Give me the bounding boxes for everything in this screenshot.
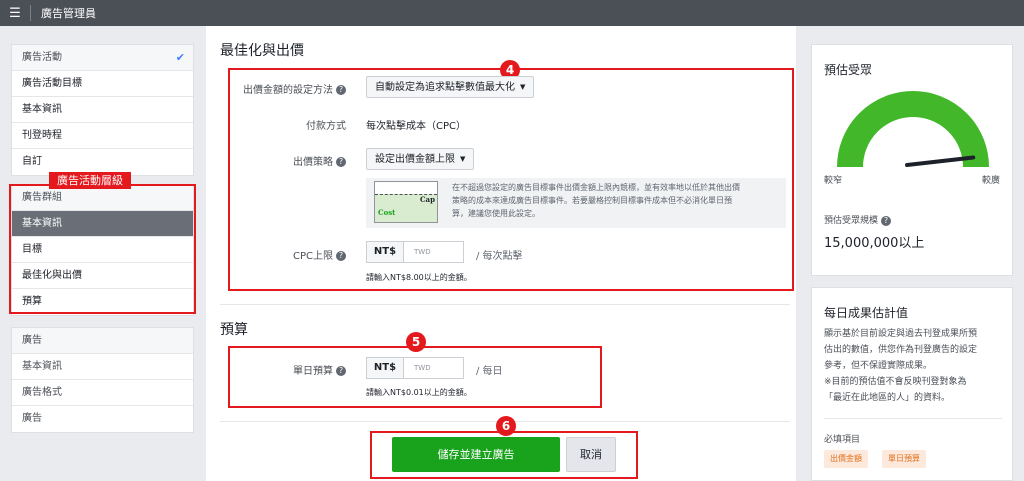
payment-label: 付款方式 xyxy=(306,121,346,132)
audience-panel: 預估受眾 較窄 較廣 預估受眾規模? 15,000,000以上 xyxy=(811,44,1013,276)
sidebar-item-label: 自訂 xyxy=(22,156,42,167)
sidebar-item-ad[interactable]: 廣告 xyxy=(12,328,193,354)
daily-results-desc: 顯示基於目前設定與過去刊登成果所預 估出的數值，供您作為刊登廣告的設定 參考，但… xyxy=(824,329,978,403)
sidebar-item-campaign-objective[interactable]: 廣告活動目標 xyxy=(12,71,193,97)
daily-suffix: / 每日 xyxy=(476,366,503,377)
cpc-suffix: / 每次點擊 xyxy=(476,251,523,262)
cpc-hint: 請輸入NT$8.00以上的金額。 xyxy=(366,273,472,282)
sidebar-campaign-group: 廣告活動 ✔ 廣告活動目標 基本資訊 刊登時程 自訂 xyxy=(11,44,194,176)
adset-highlight-box xyxy=(9,184,196,314)
sidebar-item-label: 廣告 xyxy=(22,413,42,424)
menu-icon[interactable]: ☰ xyxy=(0,0,30,26)
strategy-label: 出價策略? xyxy=(236,153,346,168)
top-bar: ☰ 廣告管理員 xyxy=(0,0,1024,26)
help-icon[interactable]: ? xyxy=(336,251,346,261)
daily-budget-label: 單日預算? xyxy=(236,362,346,377)
save-create-ad-button[interactable]: 儲存並建立廣告 xyxy=(392,437,560,472)
strategy-info-box: Cap Cost 在不超過您設定的廣告目標事件出價金額上限內競標，並有效率地以低… xyxy=(366,178,786,228)
cpc-cap-input-group: NT$ TWD xyxy=(366,241,464,263)
daily-budget-input[interactable]: TWD xyxy=(404,357,464,379)
strategy-info-text: 在不超過您設定的廣告目標事件出價金額上限內競標，並有效率地以低於其他出價 策略的… xyxy=(452,183,740,218)
payment-value: 每次點擊成本（CPC） xyxy=(366,121,466,132)
audience-title: 預估受眾 xyxy=(824,63,873,77)
bid-method-label: 出價金額的設定方法? xyxy=(236,81,346,96)
currency-prefix: NT$ xyxy=(366,357,404,379)
main-panel: 最佳化與出價 4 出價金額的設定方法? 自動設定為追求點擊數值最大化 ▼ 付款方式… xyxy=(206,26,796,481)
sidebar-item-campaign-basic-info[interactable]: 基本資訊 xyxy=(12,97,193,123)
sidebar-ad-group: 廣告 基本資訊 廣告格式 廣告 xyxy=(11,327,194,433)
gauge-broad-label: 較廣 xyxy=(982,176,1001,186)
cpc-cap-label: CPC上限? xyxy=(236,247,346,262)
audience-size-label: 預估受眾規模? xyxy=(824,213,892,226)
panel-divider xyxy=(824,418,1002,419)
sidebar-item-label: 基本資訊 xyxy=(22,104,62,115)
app-title: 廣告管理員 xyxy=(41,7,96,20)
step-badge-5: 5 xyxy=(406,332,426,352)
strategy-dropdown[interactable]: 設定出價金額上限 ▼ xyxy=(366,148,475,170)
cancel-button[interactable]: 取消 xyxy=(566,437,616,472)
caret-down-icon: ▼ xyxy=(460,155,466,163)
required-tag-budget: 單日預算 xyxy=(882,450,926,468)
sidebar-item-campaign[interactable]: 廣告活動 ✔ xyxy=(12,45,193,71)
cpc-cap-input[interactable]: TWD xyxy=(404,241,464,263)
required-tag-bid: 出價金額 xyxy=(824,450,868,468)
sidebar-item-ad-format[interactable]: 廣告格式 xyxy=(12,380,193,406)
daily-results-title: 每日成果估計值 xyxy=(824,306,909,320)
sidebar-item-label: 廣告 xyxy=(22,335,42,346)
help-icon[interactable]: ? xyxy=(336,366,346,376)
section-divider xyxy=(220,304,790,305)
budget-title: 預算 xyxy=(220,322,248,338)
sidebar-item-label: 廣告活動 xyxy=(22,52,62,63)
sidebar-item-ad-basic-info[interactable]: 基本資訊 xyxy=(12,354,193,380)
sidebar-item-ad-creative[interactable]: 廣告 xyxy=(12,406,193,432)
caret-down-icon: ▼ xyxy=(520,83,526,91)
sidebar-item-label: 廣告格式 xyxy=(22,387,62,398)
gauge-narrow-label: 較窄 xyxy=(824,176,843,186)
help-icon[interactable]: ? xyxy=(881,215,892,226)
currency-prefix: NT$ xyxy=(366,241,404,263)
adset-level-label: 廣告活動層級 xyxy=(49,172,131,189)
audience-size-value: 15,000,000以上 xyxy=(824,236,925,251)
step-badge-6: 6 xyxy=(496,416,516,436)
sidebar-item-schedule[interactable]: 刊登時程 xyxy=(12,123,193,149)
sidebar-item-label: 刊登時程 xyxy=(22,130,62,141)
budget-hint: 請輸入NT$0.01以上的金額。 xyxy=(366,388,472,397)
required-label: 必填項目 xyxy=(824,435,861,445)
topbar-divider xyxy=(30,5,31,21)
bid-method-dropdown[interactable]: 自動設定為追求點擊數值最大化 ▼ xyxy=(366,76,535,98)
daily-budget-input-group: NT$ TWD xyxy=(366,357,464,379)
help-icon[interactable]: ? xyxy=(336,157,346,167)
optimization-title: 最佳化與出價 xyxy=(220,43,304,59)
cap-chart-icon: Cap Cost xyxy=(374,181,438,223)
help-icon[interactable]: ? xyxy=(336,85,346,95)
sidebar-item-label: 廣告活動目標 xyxy=(22,78,82,89)
checkmark-icon: ✔ xyxy=(175,51,185,64)
daily-results-panel: 每日成果估計值 顯示基於目前設定與過去刊登成果所預 估出的數值，供您作為刊登廣告… xyxy=(811,287,1013,481)
sidebar-item-label: 基本資訊 xyxy=(22,361,62,372)
